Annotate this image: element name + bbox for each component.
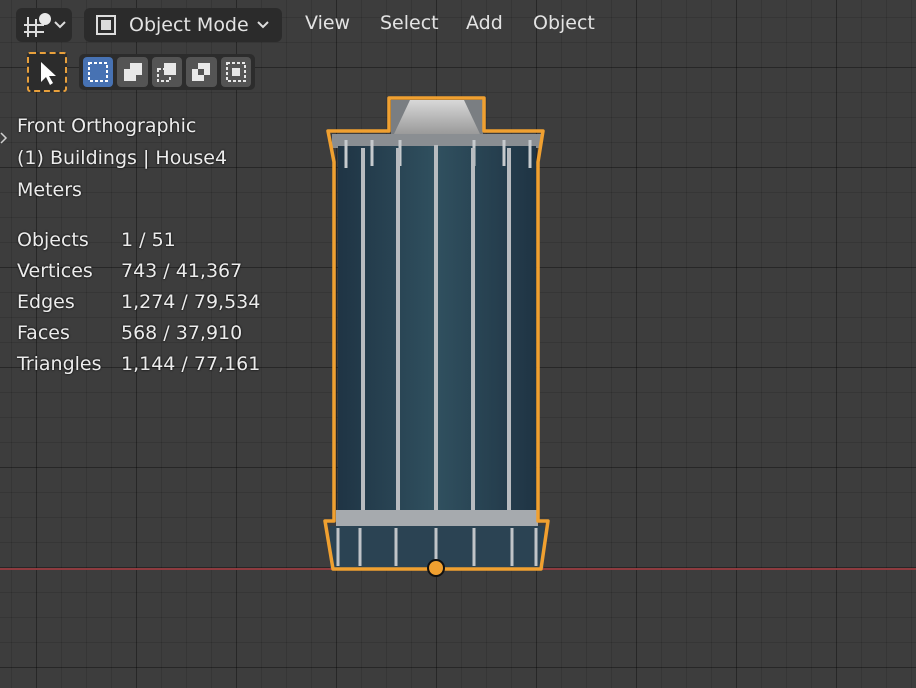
view-name-label: Front Orthographic <box>17 115 197 137</box>
menu-view[interactable]: View <box>305 12 350 34</box>
stat-label: Edges <box>17 291 75 313</box>
menu-select[interactable]: Select <box>380 12 439 34</box>
stat-label: Vertices <box>17 260 93 282</box>
selected-building-object[interactable] <box>0 0 916 688</box>
tool-header <box>17 46 255 94</box>
mode-dropdown[interactable]: Object Mode <box>84 8 282 42</box>
viewport-header: Object Mode View Select Add Object <box>0 0 916 50</box>
selection-mode-group <box>79 54 255 90</box>
cursor-icon <box>41 62 56 85</box>
chevron-down-icon <box>257 21 269 29</box>
select-subtract-icon <box>157 63 177 82</box>
stat-label: Faces <box>17 322 70 344</box>
select-difference-button[interactable] <box>186 57 217 87</box>
select-extend-button[interactable] <box>117 57 148 87</box>
mode-label: Object Mode <box>129 14 249 36</box>
stat-value: 568 / 37,910 <box>121 322 243 344</box>
select-tool-button[interactable] <box>27 52 67 92</box>
stat-label: Triangles <box>17 353 102 375</box>
chevron-right-icon[interactable] <box>0 130 8 146</box>
select-extend-icon <box>123 63 142 81</box>
menu-add[interactable]: Add <box>466 12 503 34</box>
stat-label: Objects <box>17 229 89 251</box>
stat-value: 1,274 / 79,534 <box>121 291 261 313</box>
chevron-down-icon <box>54 21 66 29</box>
units-label: Meters <box>17 179 82 201</box>
stat-value: 1,144 / 77,161 <box>121 353 261 375</box>
collection-object-label: (1) Buildings | House4 <box>17 147 228 169</box>
select-intersect-button[interactable] <box>220 57 252 87</box>
editor-type-dropdown[interactable] <box>16 8 72 42</box>
select-intersect-icon <box>225 62 246 82</box>
select-difference-icon <box>192 63 211 81</box>
select-new-icon <box>88 62 109 82</box>
menu-object[interactable]: Object <box>533 12 595 34</box>
select-subtract-button[interactable] <box>151 57 183 87</box>
object-mode-icon <box>96 15 116 35</box>
select-new-button[interactable] <box>83 57 114 87</box>
object-transform-icon <box>24 13 51 37</box>
stat-value: 743 / 41,367 <box>121 260 243 282</box>
stat-value: 1 / 51 <box>121 229 176 251</box>
